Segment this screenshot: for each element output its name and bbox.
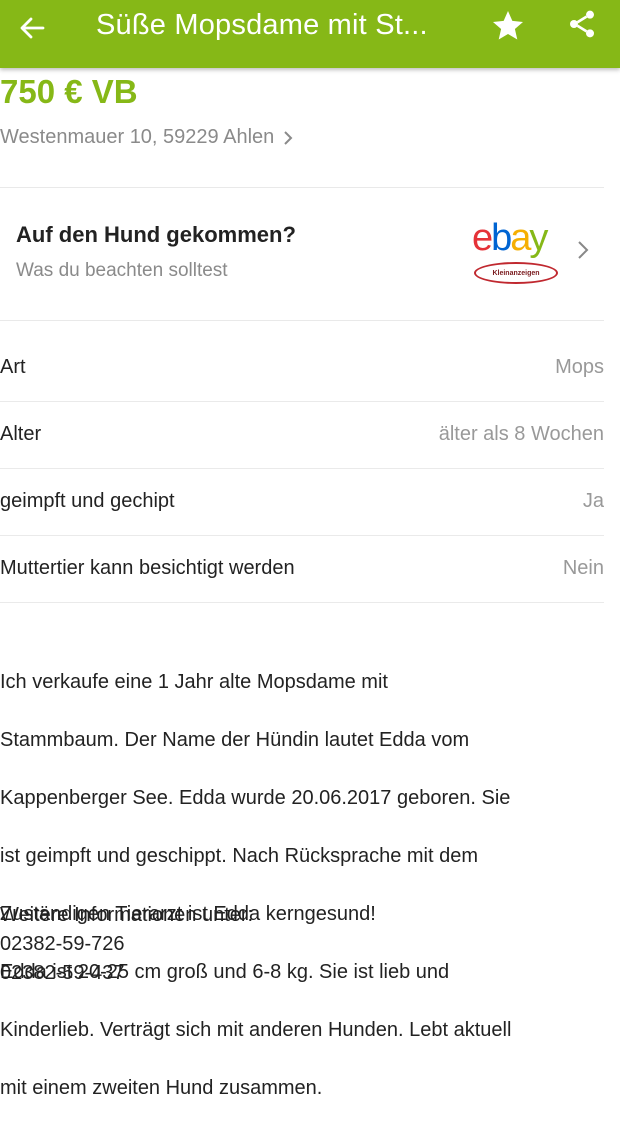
logo-badge: Kleinanzeigen bbox=[474, 262, 558, 284]
app-bar: Süße Mopsdame mit St... bbox=[0, 0, 620, 68]
description-line: Ich verkaufe eine 1 Jahr alte Mopsdame m… bbox=[0, 671, 388, 693]
price: 750 € VB bbox=[0, 73, 138, 110]
attribute-row-mother-visible: Muttertier kann besichtigt werden Nein bbox=[0, 537, 604, 603]
promo-title: Auf den Hund gekommen? bbox=[16, 222, 296, 247]
share-icon bbox=[570, 10, 594, 38]
chevron-right-icon bbox=[283, 130, 293, 146]
address-text: Westenmauer 10, 59229 Ahlen bbox=[0, 126, 275, 148]
attribute-row-alter: Alter älter als 8 Wochen bbox=[0, 403, 604, 469]
attribute-value: Ja bbox=[582, 490, 604, 512]
attribute-label: geimpft und gechipt bbox=[0, 490, 175, 512]
chevron-right-icon bbox=[577, 240, 589, 265]
star-icon bbox=[493, 11, 523, 40]
back-button[interactable] bbox=[10, 6, 54, 50]
divider bbox=[0, 320, 604, 321]
attribute-value: älter als 8 Wochen bbox=[438, 423, 604, 445]
attribute-value: Mops bbox=[555, 356, 604, 378]
address-link[interactable]: Westenmauer 10, 59229 Ahlen bbox=[0, 126, 293, 149]
more-info-label: Weitere Informationen unter: bbox=[0, 904, 254, 926]
attribute-label: Alter bbox=[0, 423, 42, 445]
ebay-wordmark: ebay bbox=[472, 217, 548, 259]
description-line: Stammbaum. Der Name der Hündin lautet Ed… bbox=[0, 729, 470, 751]
phone-number[interactable]: 02382-59-437 bbox=[0, 959, 610, 988]
attribute-label: Muttertier kann besichtigt werden bbox=[0, 557, 295, 579]
arrow-left-icon bbox=[20, 17, 45, 39]
description-line: Kinderlieb. Verträgt sich mit anderen Hu… bbox=[0, 1019, 512, 1041]
description-line: mit einem zweiten Hund zusammen. bbox=[0, 1077, 323, 1099]
attribute-label: Art bbox=[0, 356, 26, 378]
ebay-kleinanzeigen-logo: ebay Kleinanzeigen bbox=[468, 217, 564, 288]
share-button[interactable] bbox=[560, 4, 604, 44]
description-line: ist geimpft und geschippt. Nach Rückspra… bbox=[0, 845, 478, 867]
phone-number[interactable]: 02382-59-726 bbox=[0, 930, 610, 959]
attribute-row-vaccinated: geimpft und gechipt Ja bbox=[0, 470, 604, 536]
attribute-row-art: Art Mops bbox=[0, 336, 604, 402]
more-info: Weitere Informationen unter: 02382-59-72… bbox=[0, 901, 610, 988]
description-line: Kappenberger See. Edda wurde 20.06.2017 … bbox=[0, 787, 511, 809]
attribute-value: Nein bbox=[562, 557, 604, 579]
favorite-button[interactable] bbox=[486, 6, 530, 46]
promo-subtitle: Was du beachten solltest bbox=[16, 260, 228, 281]
listing-title: Süße Mopsdame mit St... bbox=[96, 9, 428, 41]
description-text: Ich verkaufe eine 1 Jahr alte Mopsdame m… bbox=[0, 639, 610, 1132]
divider bbox=[0, 187, 604, 188]
promo-card[interactable]: Auf den Hund gekommen? Was du beachten s… bbox=[0, 190, 620, 320]
